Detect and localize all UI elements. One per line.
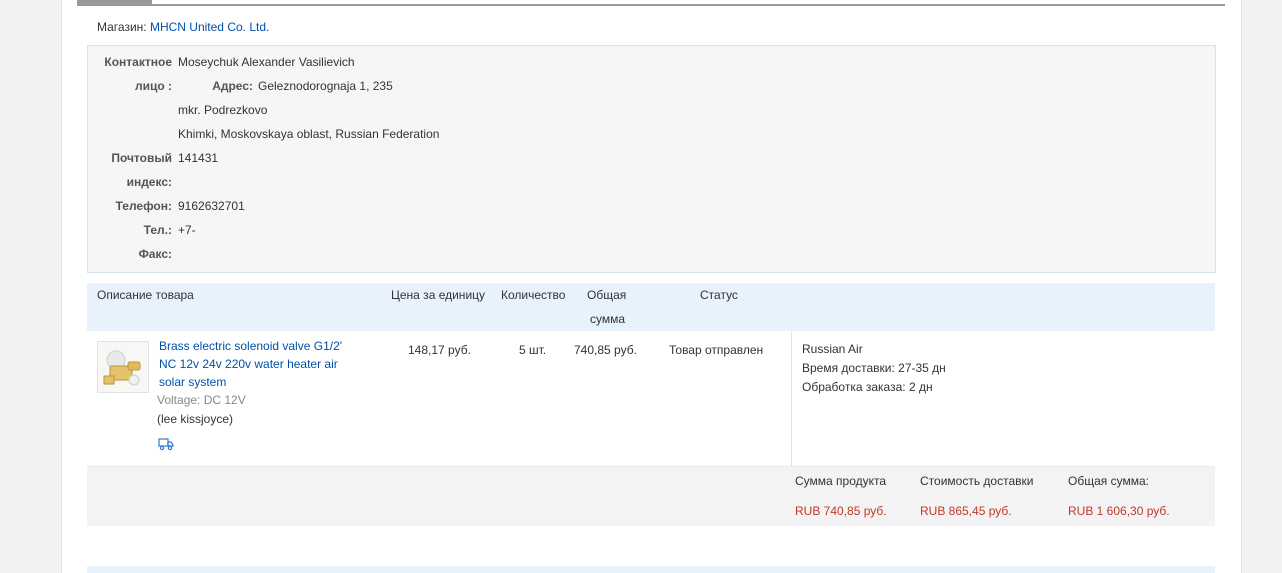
tel-label: Тел.: [143,223,172,237]
shipping-cost-value: RUB 865,45 руб. [920,504,1012,518]
contact-label: Контактное [104,55,172,69]
shipping-cost-label: Стоимость доставки [920,474,1034,488]
th-total-2: сумма [590,312,626,326]
product-title-line-2: NC 12v 24v 220v water heater air [159,357,338,371]
product-seller: (lee kissjoyce) [157,412,234,426]
processing-time: Обработка заказа: 2 дн [802,378,933,397]
delivery-label: Время доставки: [802,361,895,375]
shipping-divider [791,331,792,466]
product-sum-label: Сумма продукта [795,474,887,488]
processing-label: Обработка заказа: [802,380,906,394]
order-panel: Магазин: MHCN United Co. Ltd. Контактное… [61,0,1242,573]
product-row: Brass electric solenoid valve G1/2' NC 1… [87,331,1215,467]
tel-value: +7- [178,223,196,237]
product-sum-value: RUB 740,85 руб. [795,504,887,518]
th-total: Общая [587,288,627,302]
store-label: Магазин: [97,20,147,34]
delivery-time: Время доставки: 27-35 дн [802,359,946,378]
store-link[interactable]: MHCN United Co. Ltd. [150,20,269,34]
phone-label: Телефон: [115,199,172,213]
tab-underline [77,4,1225,6]
product-image-icon [98,342,148,392]
address-box: Контактное лицо : Moseychuk Alexander Va… [87,45,1216,273]
product-title-link[interactable]: Brass electric solenoid valve G1/2' NC 1… [159,337,374,391]
th-quantity: Количество [501,288,566,302]
order-summary: Сумма продукта RUB 740,85 руб. Стоимость… [87,467,1215,526]
next-section-header [87,566,1215,573]
address-line-1: Geleznodorognaja 1, 235 [258,79,393,93]
contact-label-2: лицо : [134,79,172,93]
address-line-2: mkr. Podrezkovo [178,103,268,117]
total-cell: 740,85 руб. [574,343,637,357]
th-description: Описание товара [97,288,194,302]
product-title-line-1: Brass electric solenoid valve G1/2' [159,339,343,353]
product-table-header: Описание товара Цена за единицу Количест… [87,283,1215,331]
processing-value: 2 дн [908,380,933,394]
contact-value: Moseychuk Alexander Vasilievich [178,55,355,69]
quantity-cell: 5 шт. [519,343,547,357]
shipping-method: Russian Air [802,342,863,356]
delivery-value: 27-35 дн [898,361,946,375]
th-unit-price: Цена за единицу [391,288,486,302]
postal-label: Почтовый [111,151,172,165]
address-label: Адрес: [212,79,253,93]
store-line: Магазин: MHCN United Co. Ltd. [97,20,269,34]
phone-value: 9162632701 [178,199,245,213]
unit-price-cell: 148,17 руб. [408,343,471,357]
active-tab-indicator [77,0,152,6]
product-title-line-3: solar system [159,375,227,389]
fax-label: Факс: [138,247,172,261]
product-variant: Voltage: DC 12V [157,393,246,407]
postal-value: 141431 [178,151,219,165]
th-status: Статус [700,288,738,302]
postal-label-2: индекс: [126,175,172,189]
status-cell: Товар отправлен [669,343,764,357]
address-line-3: Khimki, Moskovskaya oblast, Russian Fede… [178,127,440,141]
total-sum-value: RUB 1 606,30 руб. [1068,504,1170,518]
truck-icon[interactable] [158,437,174,451]
product-thumbnail[interactable] [97,341,149,393]
total-sum-label: Общая сумма: [1068,474,1149,488]
